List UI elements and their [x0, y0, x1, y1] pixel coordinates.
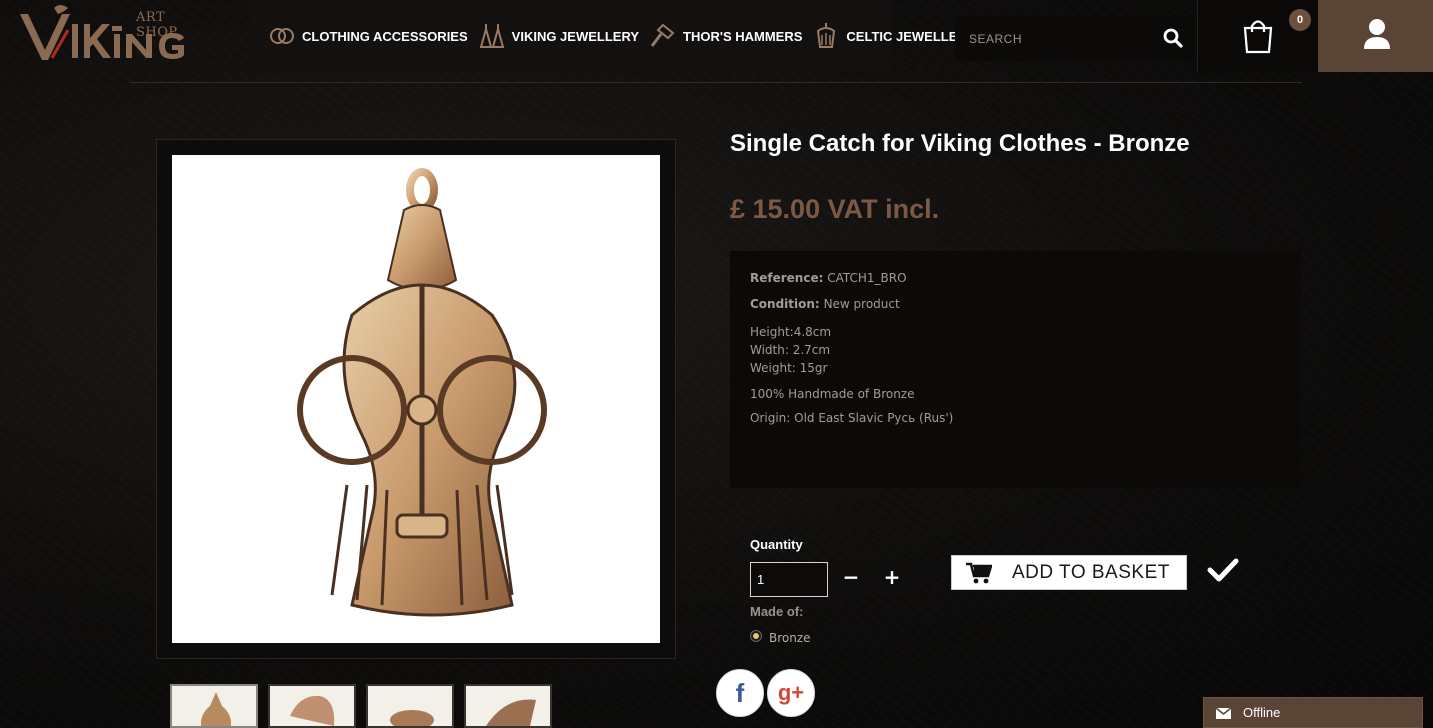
- user-icon: [1363, 18, 1391, 50]
- nav-item-clothing-accessories[interactable]: CLOTHING ACCESSORIES: [268, 21, 468, 51]
- site-header: ART SHOP CLOTHING ACCESSORIES VIKING JEW…: [0, 0, 1433, 82]
- add-to-basket-label: ADD TO BASKET: [1012, 561, 1170, 583]
- googleplus-icon: g+: [777, 680, 805, 705]
- thumbnail-strip: [170, 684, 552, 728]
- nav-label: THOR'S HAMMERS: [683, 28, 803, 44]
- product-main-image[interactable]: [172, 155, 660, 643]
- add-to-basket-button[interactable]: ADD TO BASKET: [951, 555, 1187, 590]
- search-bar: [955, 16, 1197, 61]
- facebook-share-button[interactable]: f: [716, 669, 764, 717]
- cart-button[interactable]: 0: [1197, 0, 1318, 72]
- site-logo[interactable]: ART SHOP: [8, 0, 188, 72]
- condition-label: Condition:: [750, 297, 820, 311]
- shopping-bag-icon: [1242, 18, 1274, 54]
- hammer-icon: [649, 21, 677, 51]
- live-chat-widget[interactable]: Offline: [1203, 697, 1423, 728]
- quantity-increase-button[interactable]: +: [873, 562, 911, 595]
- envelope-icon: [1215, 707, 1232, 719]
- rings-icon: [268, 21, 296, 51]
- thumbnail-4[interactable]: [464, 684, 552, 728]
- reference-label: Reference:: [750, 271, 824, 285]
- chat-status: Offline: [1243, 705, 1281, 720]
- celtic-pendant-icon: [812, 21, 840, 51]
- spec-weight: Weight: 15gr: [750, 361, 828, 375]
- nav-item-celtic-jewellery[interactable]: CELTIC JEWELLERY: [812, 21, 975, 51]
- dimensions-block: Height:4.8cm Width: 2.7cm Weight: 15gr: [750, 323, 1281, 377]
- nav-label: VIKING JEWELLERY: [511, 28, 640, 44]
- logo-subtitle: ART SHOP: [136, 10, 178, 40]
- product-price: £ 15.00 VAT incl.: [730, 194, 940, 224]
- main-navigation: CLOTHING ACCESSORIES VIKING JEWELLERY TH…: [250, 0, 975, 72]
- search-input[interactable]: [955, 16, 1155, 61]
- googleplus-share-button[interactable]: g+: [767, 669, 815, 717]
- reference-row: Reference: CATCH1_BRO: [750, 271, 1281, 285]
- spec-height: Height:4.8cm: [750, 325, 832, 339]
- product-details-panel: Reference: CATCH1_BRO Condition: New pro…: [730, 251, 1301, 488]
- material-option-label: Bronze: [769, 631, 811, 645]
- nav-label: CLOTHING ACCESSORIES: [302, 28, 468, 44]
- facebook-icon: f: [735, 677, 745, 708]
- earrings-icon: [478, 21, 506, 51]
- material-radio-bronze[interactable]: [750, 630, 762, 642]
- thumbnail-3[interactable]: [366, 684, 454, 728]
- spec-width: Width: 2.7cm: [750, 343, 831, 357]
- product-title: Single Catch for Viking Clothes - Bronze: [730, 130, 1190, 157]
- account-button[interactable]: [1318, 0, 1433, 72]
- cart-count-badge: 0: [1289, 9, 1311, 31]
- product-image-frame: [156, 139, 676, 659]
- quantity-decrease-button[interactable]: −: [832, 562, 870, 595]
- cart-icon: [966, 562, 993, 584]
- nav-item-thors-hammers[interactable]: THOR'S HAMMERS: [649, 21, 802, 51]
- quantity-label: Quantity: [750, 537, 803, 552]
- origin-text: Origin: Old East Slavic Русь (Rus'): [750, 411, 954, 425]
- checkmark-icon: [1207, 557, 1239, 583]
- made-of-label: Made of:: [750, 604, 804, 619]
- reference-value: CATCH1_BRO: [827, 271, 907, 285]
- quantity-input[interactable]: [750, 562, 828, 597]
- condition-row: Condition: New product: [750, 297, 1281, 311]
- condition-value: New product: [823, 297, 900, 311]
- header-divider: [130, 82, 1302, 83]
- nav-item-viking-jewellery[interactable]: VIKING JEWELLERY: [478, 21, 639, 51]
- bronze-catch-image: [297, 168, 547, 617]
- thumbnail-2[interactable]: [268, 684, 356, 728]
- search-icon[interactable]: [1163, 28, 1183, 48]
- thumbnail-1[interactable]: [170, 684, 258, 728]
- material-text: 100% Handmade of Bronze: [750, 387, 915, 401]
